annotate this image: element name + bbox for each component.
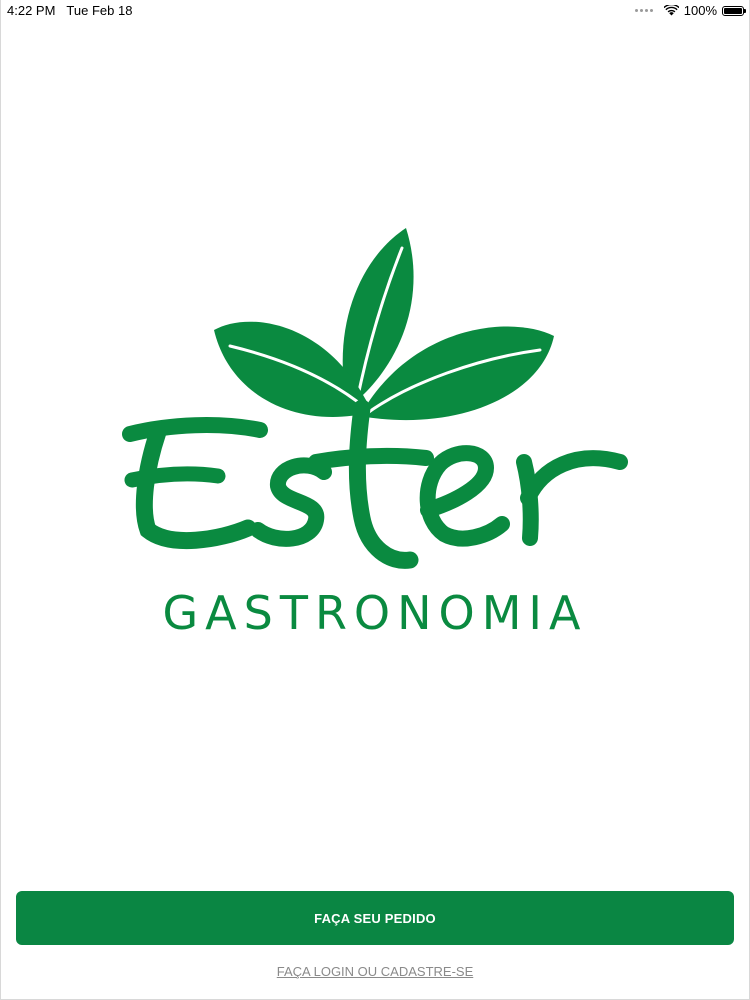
- sprout-leaves-icon: [122, 228, 628, 569]
- battery-percent: 100%: [683, 3, 717, 18]
- wifi-icon: [663, 5, 679, 16]
- ester-gastronomia-logo: GASTRONOMIA: [110, 218, 640, 648]
- app-screen: 4:22 PM Tue Feb 18 100% GASTRONOMIA FAÇA…: [0, 0, 750, 1000]
- status-date: Tue Feb 18: [66, 3, 133, 18]
- logo-subtitle: GASTRONOMIA: [162, 586, 588, 640]
- status-time: 4:22 PM: [7, 3, 56, 18]
- status-bar: 4:22 PM Tue Feb 18 100%: [0, 0, 750, 22]
- place-order-button[interactable]: FAÇA SEU PEDIDO: [16, 891, 734, 945]
- status-left: 4:22 PM Tue Feb 18: [7, 3, 132, 18]
- status-right: 100%: [634, 3, 746, 18]
- battery-icon: [722, 5, 746, 16]
- cellular-dots-icon: [634, 9, 653, 12]
- login-signup-link[interactable]: FAÇA LOGIN OU CADASTRE-SE: [0, 964, 750, 979]
